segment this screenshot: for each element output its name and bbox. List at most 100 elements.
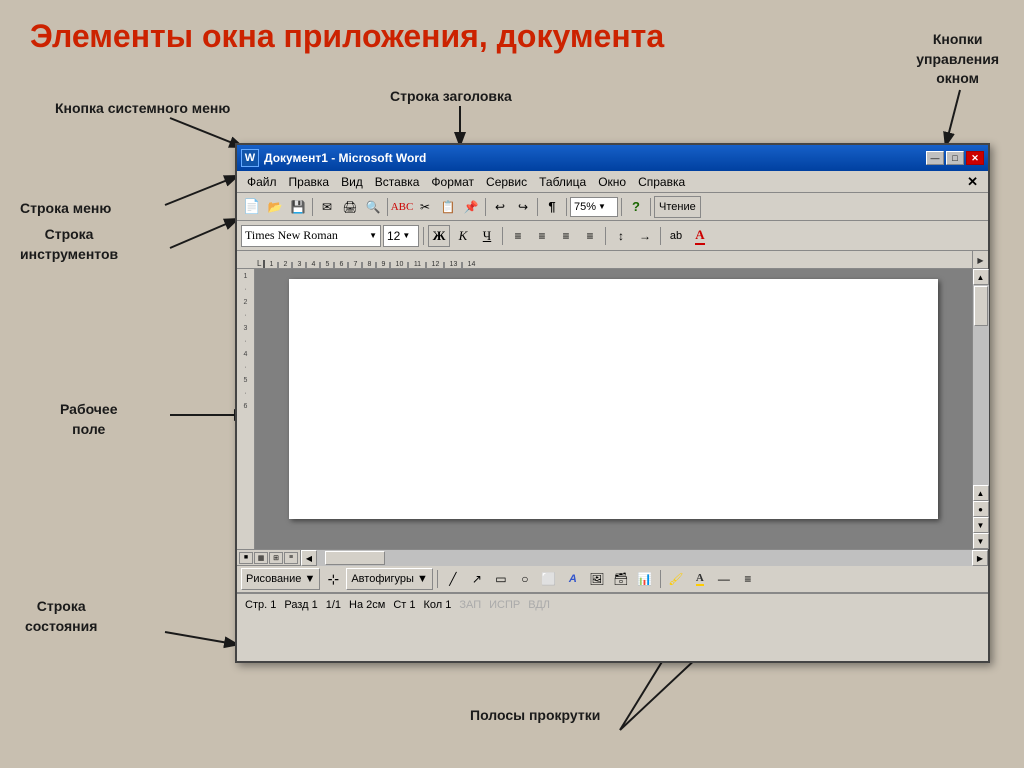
tb-separator-1 [312, 198, 313, 216]
system-menu-button[interactable]: W [241, 149, 259, 167]
minimize-button[interactable]: — [926, 151, 944, 165]
scroll-browse-down[interactable]: ▼ [973, 517, 989, 533]
status-zap: ЗАП [459, 599, 481, 611]
maximize-button[interactable]: □ [946, 151, 964, 165]
tb-redo[interactable]: ↪ [512, 196, 534, 218]
highlight-button[interactable]: ab [665, 225, 687, 247]
draw-paint[interactable]: 🖌 [665, 568, 687, 590]
menu-close-x[interactable]: ✕ [961, 174, 984, 190]
align-left-button[interactable]: ≡ [507, 225, 529, 247]
ruler-right-scroll[interactable]: ▶ [972, 251, 988, 269]
tb-separator-fmt4 [660, 227, 661, 245]
draw-ellipse[interactable]: ○ [514, 568, 536, 590]
menu-bar-annotation: Строка меню [20, 200, 111, 216]
workfield-annotation: Рабочееполе [60, 400, 118, 439]
justify-button[interactable]: ≡ [579, 225, 601, 247]
tb-new[interactable]: 📄 [241, 196, 263, 218]
vertical-scrollbar[interactable]: ▲ ▲ ● ▼ ▼ [972, 269, 988, 549]
menu-item-insert[interactable]: Вставка [369, 174, 426, 190]
draw-line-style[interactable]: ≡ [737, 568, 759, 590]
tb-save[interactable]: 💾 [287, 196, 309, 218]
draw-menu-button[interactable]: Рисование ▼ [241, 568, 320, 590]
draw-clipart[interactable]: 🖼 [586, 568, 608, 590]
reading-button[interactable]: Чтение [654, 196, 701, 218]
menu-item-file[interactable]: Файл [241, 174, 283, 190]
indent-more[interactable]: → [634, 225, 656, 247]
menu-item-format[interactable]: Формат [425, 174, 480, 190]
document-scroll-area[interactable] [255, 269, 972, 549]
scroll-right-button[interactable]: ▶ [972, 550, 988, 566]
font-size-dropdown[interactable]: 12 ▼ [383, 225, 419, 247]
view-outline-button[interactable]: ≡ [284, 552, 298, 564]
tb-separator-3 [485, 198, 486, 216]
scroll-browse-up[interactable]: ▲ [973, 485, 989, 501]
tb-open[interactable]: 📂 [264, 196, 286, 218]
tb-email[interactable]: ✉ [316, 196, 338, 218]
scroll-select-object[interactable]: ● [973, 501, 989, 517]
view-normal-button[interactable]: ■ [239, 552, 253, 564]
draw-arrow[interactable]: ↗ [466, 568, 488, 590]
tb-separator-draw2 [660, 570, 661, 588]
window-title: Документ1 - Microsoft Word [264, 151, 426, 165]
menu-item-tools[interactable]: Сервис [480, 174, 533, 190]
tb-pilcrow[interactable]: ¶ [541, 196, 563, 218]
autoshapes-button[interactable]: Автофигуры ▼ [346, 568, 433, 590]
tb-cut[interactable]: ✂ [414, 196, 436, 218]
tb-spell[interactable]: ABC [391, 196, 413, 218]
tb-separator-fmt3 [605, 227, 606, 245]
menu-item-table[interactable]: Таблица [533, 174, 592, 190]
toolbar-annotation: Строкаинструментов [20, 225, 118, 264]
format-toolbar: Times New Roman ▼ 12 ▼ Ж К Ч ≡ ≡ ≡ ≡ ↕ [237, 221, 988, 251]
tb-paste[interactable]: 📌 [460, 196, 482, 218]
tb-undo[interactable]: ↩ [489, 196, 511, 218]
document-page [289, 279, 937, 519]
font-color-button[interactable]: A [689, 225, 711, 247]
view-buttons: ■ ▦ ⊞ ≡ [237, 550, 301, 565]
tb-separator-5 [566, 198, 567, 216]
horizontal-scroll-track[interactable] [317, 550, 972, 566]
underline-button[interactable]: Ч [476, 225, 498, 247]
italic-button[interactable]: К [452, 225, 474, 247]
status-col: Кол 1 [423, 599, 451, 611]
menu-item-help[interactable]: Справка [632, 174, 691, 190]
view-web-button[interactable]: ⊞ [269, 552, 283, 564]
tb-preview[interactable]: 🔍 [362, 196, 384, 218]
status-bar: Стр. 1 Разд 1 1/1 На 2см Ст 1 Кол 1 ЗАП … [237, 593, 988, 615]
menu-item-window[interactable]: Окно [592, 174, 632, 190]
align-center-button[interactable]: ≡ [531, 225, 553, 247]
tb-help[interactable]: ? [625, 196, 647, 218]
zoom-dropdown[interactable]: 75% ▼ [570, 197, 618, 217]
bold-button[interactable]: Ж [428, 225, 450, 247]
tb-copy[interactable]: 📋 [437, 196, 459, 218]
draw-textbox[interactable]: ⬜ [538, 568, 560, 590]
ctrl-btns-annotation: Кнопкиуправленияокном [916, 30, 999, 89]
scroll-thumb-h[interactable] [325, 551, 385, 565]
scroll-left-button[interactable]: ◀ [301, 550, 317, 566]
zoom-dropdown-arrow: ▼ [598, 202, 606, 211]
draw-image[interactable]: 🗃 [610, 568, 632, 590]
line-spacing-button[interactable]: ↕ [610, 225, 632, 247]
scroll-thumb-v[interactable] [974, 286, 988, 326]
menu-item-view[interactable]: Вид [335, 174, 369, 190]
tb-separator-2 [387, 198, 388, 216]
draw-cursor-button[interactable]: ⊹ [322, 568, 344, 590]
status-vdl: ВДЛ [528, 599, 550, 611]
draw-fill-color[interactable]: A [689, 568, 711, 590]
draw-diagram[interactable]: 📊 [634, 568, 656, 590]
ruler-content: L 1 2 3 4 5 6 7 8 9 10 [257, 251, 479, 268]
font-size-arrow: ▼ [402, 231, 410, 240]
scroll-up-button[interactable]: ▲ [973, 269, 989, 285]
draw-rect[interactable]: ▭ [490, 568, 512, 590]
tb-print[interactable]: 🖨 [339, 196, 361, 218]
menu-item-edit[interactable]: Правка [283, 174, 336, 190]
horizontal-scrollbar-area: ■ ▦ ⊞ ≡ ◀ ▶ [237, 549, 988, 565]
draw-line[interactable]: ╱ [442, 568, 464, 590]
font-name-dropdown[interactable]: Times New Roman ▼ [241, 225, 381, 247]
view-layout-button[interactable]: ▦ [254, 552, 268, 564]
scroll-down-button[interactable]: ▼ [973, 533, 989, 549]
draw-line-color[interactable]: — [713, 568, 735, 590]
draw-wordart[interactable]: A [562, 568, 584, 590]
close-button[interactable]: ✕ [966, 151, 984, 165]
align-right-button[interactable]: ≡ [555, 225, 577, 247]
vertical-ruler: 1·2·3·4·5·6 [237, 269, 255, 549]
